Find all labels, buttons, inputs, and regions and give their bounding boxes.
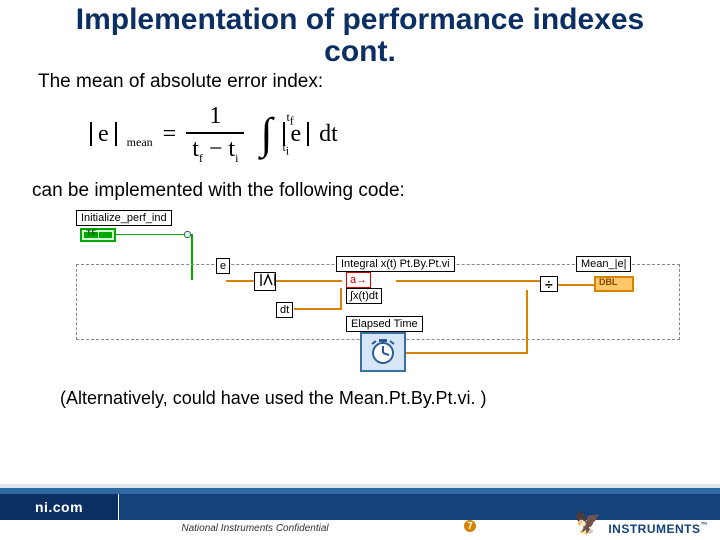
slide: Implementation of performance indexes co…: [0, 0, 720, 540]
eagle-icon: 🦅: [574, 510, 602, 536]
wire: [396, 280, 542, 282]
title-line1: Implementation of performance indexes: [76, 3, 644, 36]
intro-text: The mean of absolute error index:: [38, 71, 690, 93]
wire: [558, 284, 594, 286]
eq-integral: ∫ tf ti: [260, 112, 272, 156]
eq-fraction: 1 tf − ti: [186, 103, 244, 166]
node-dot: [184, 231, 191, 238]
brand-line2: INSTRUMENTS: [608, 522, 700, 536]
equation: e mean = 1 tf − ti ∫ tf ti e dt: [90, 103, 690, 166]
eq-equals: =: [163, 121, 177, 148]
alternative-text: (Alternatively, could have used the Mean…: [60, 388, 690, 409]
block-diagram: Initialize_perf_ind TF e dt: [76, 210, 696, 380]
slide-body: The mean of absolute error index: e mean…: [0, 71, 720, 409]
abs-block: [254, 272, 276, 291]
init-perf-ind-label: Initialize_perf_ind: [76, 210, 172, 226]
footer: ni.com National Instruments Confidential…: [0, 484, 720, 540]
footer-site-chip: ni.com: [0, 494, 118, 520]
brand-tm: ™: [701, 522, 709, 529]
elapsed-time-label: Elapsed Time: [346, 316, 423, 332]
eq-den-minus: −: [209, 136, 223, 162]
eq-den-tf: t: [192, 136, 199, 162]
divide-symbol: ÷: [545, 276, 553, 292]
slide-title: Implementation of performance indexes co…: [0, 0, 720, 67]
integral-vi-label: Integral x(t) Pt.By.Pt.vi: [336, 256, 455, 272]
footer-confidential: National Instruments Confidential: [0, 523, 510, 534]
eq-int-up-sub: f: [290, 114, 294, 128]
wire: [276, 280, 342, 282]
elapsed-time-vi: [360, 332, 406, 372]
wire: [294, 308, 342, 310]
wire: [116, 234, 186, 235]
mean-e-label: Mean_|e|: [576, 256, 631, 272]
a-terminal: a→: [346, 272, 371, 288]
dt-label: dt: [276, 302, 293, 318]
wire: [340, 288, 342, 310]
eq-num: 1: [203, 103, 227, 132]
page-number: 7: [466, 521, 474, 532]
wire: [526, 290, 528, 354]
eq-lhs-sub: mean: [127, 134, 153, 148]
eq-den-ti-sub: i: [235, 151, 238, 165]
title-line2: cont.: [324, 35, 396, 68]
ni-logo: 🦅 NATIONAL INSTRUMENTS™: [538, 508, 708, 536]
footer-site: ni.com: [35, 499, 83, 515]
eq-den-tf-sub: f: [199, 151, 203, 165]
e-label: e: [216, 258, 230, 274]
wire: [226, 280, 254, 282]
integral-icon: ∫x(t)dt: [346, 288, 382, 304]
dbl-text: DBL: [599, 278, 618, 288]
divide-block: ÷: [540, 276, 558, 292]
eq-lhs-e: e: [98, 121, 109, 147]
tf-text: TF: [86, 229, 97, 239]
brand-line1: NATIONAL: [643, 508, 708, 522]
impl-text: can be implemented with the following co…: [32, 180, 690, 202]
wire: [406, 352, 528, 354]
eq-int-lo-sub: i: [286, 143, 289, 157]
eq-dt: dt: [319, 121, 338, 148]
